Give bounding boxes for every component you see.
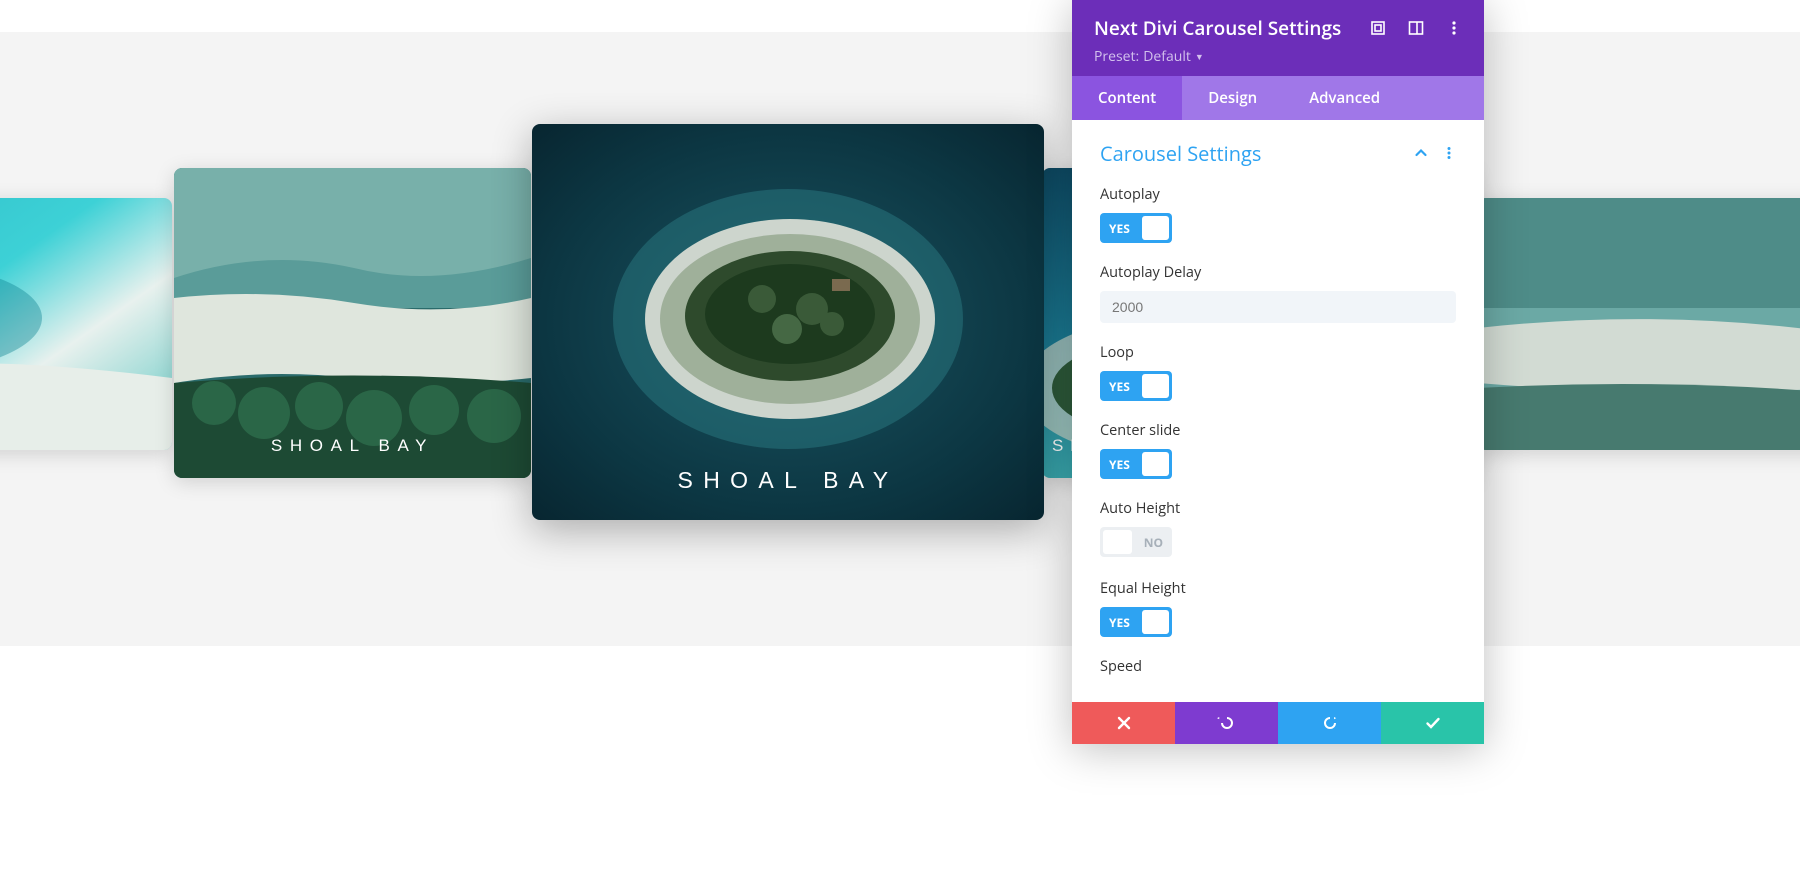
toggle-value: YES [1100,456,1139,473]
toggle-auto-height[interactable]: NO [1100,527,1172,557]
slide-title: SHOAL BAY [532,467,1044,494]
preset-label: Preset: [1094,47,1139,66]
save-button[interactable] [1381,702,1484,744]
cancel-button[interactable] [1072,702,1175,744]
toggle-knob [1103,530,1132,554]
slide-title: SHOAL BAY [174,436,531,456]
undo-button[interactable] [1175,702,1278,744]
toggle-knob [1142,374,1169,398]
more-icon[interactable] [1446,20,1462,36]
toggle-value: NO [1135,534,1172,551]
expand-icon[interactable] [1370,20,1386,36]
preset-selector[interactable]: Preset: Default ▼ [1094,47,1462,66]
field-label-loop: Loop [1100,343,1456,362]
field-label-autoplay: Autoplay [1100,185,1456,204]
tab-design[interactable]: Design [1182,76,1283,120]
tab-advanced[interactable]: Advanced [1283,76,1406,120]
toggle-autoplay[interactable]: YES [1100,213,1172,243]
field-label-center-slide: Center slide [1100,421,1456,440]
panel-tabs: Content Design Advanced [1072,76,1484,120]
field-label-speed: Speed [1100,657,1456,676]
tab-content[interactable]: Content [1072,76,1182,120]
slide-title: SHOAL BAY [0,413,172,430]
caret-down-icon: ▼ [1195,50,1204,63]
panel-header: Next Divi Carousel Settings Preset: Defa… [1072,0,1484,76]
settings-panel: Next Divi Carousel Settings Preset: Defa… [1072,0,1484,744]
toggle-loop[interactable]: YES [1100,371,1172,401]
toggle-knob [1142,452,1169,476]
toggle-center-slide[interactable]: YES [1100,449,1172,479]
toggle-value: YES [1100,614,1139,631]
field-label-autoplay-delay: Autoplay Delay [1100,263,1456,282]
chevron-up-icon[interactable] [1414,143,1428,165]
preset-value: Default [1143,47,1191,66]
section-more-icon[interactable] [1442,143,1456,165]
input-autoplay-delay[interactable] [1100,291,1456,323]
toggle-value: YES [1100,378,1139,395]
toggle-value: YES [1100,220,1139,237]
carousel-slide[interactable] [1478,198,1800,450]
panel-title: Next Divi Carousel Settings [1094,15,1341,41]
redo-button[interactable] [1278,702,1381,744]
section-title[interactable]: Carousel Settings [1100,140,1261,167]
panel-body: Carousel Settings Autoplay YES Autoplay … [1072,120,1484,702]
toggle-equal-height[interactable]: YES [1100,607,1172,637]
carousel-slide[interactable]: SHOAL BAY [174,168,531,478]
toggle-knob [1142,216,1169,240]
carousel-slide[interactable]: SHOAL BAY [0,198,172,450]
panel-footer [1072,702,1484,744]
snap-icon[interactable] [1408,20,1424,36]
carousel-slide-active[interactable]: SHOAL BAY [532,124,1044,520]
field-label-auto-height: Auto Height [1100,499,1456,518]
field-label-equal-height: Equal Height [1100,579,1456,598]
toggle-knob [1142,610,1169,634]
carousel-preview: SHOAL BAY SHOAL BAY [0,0,1800,760]
